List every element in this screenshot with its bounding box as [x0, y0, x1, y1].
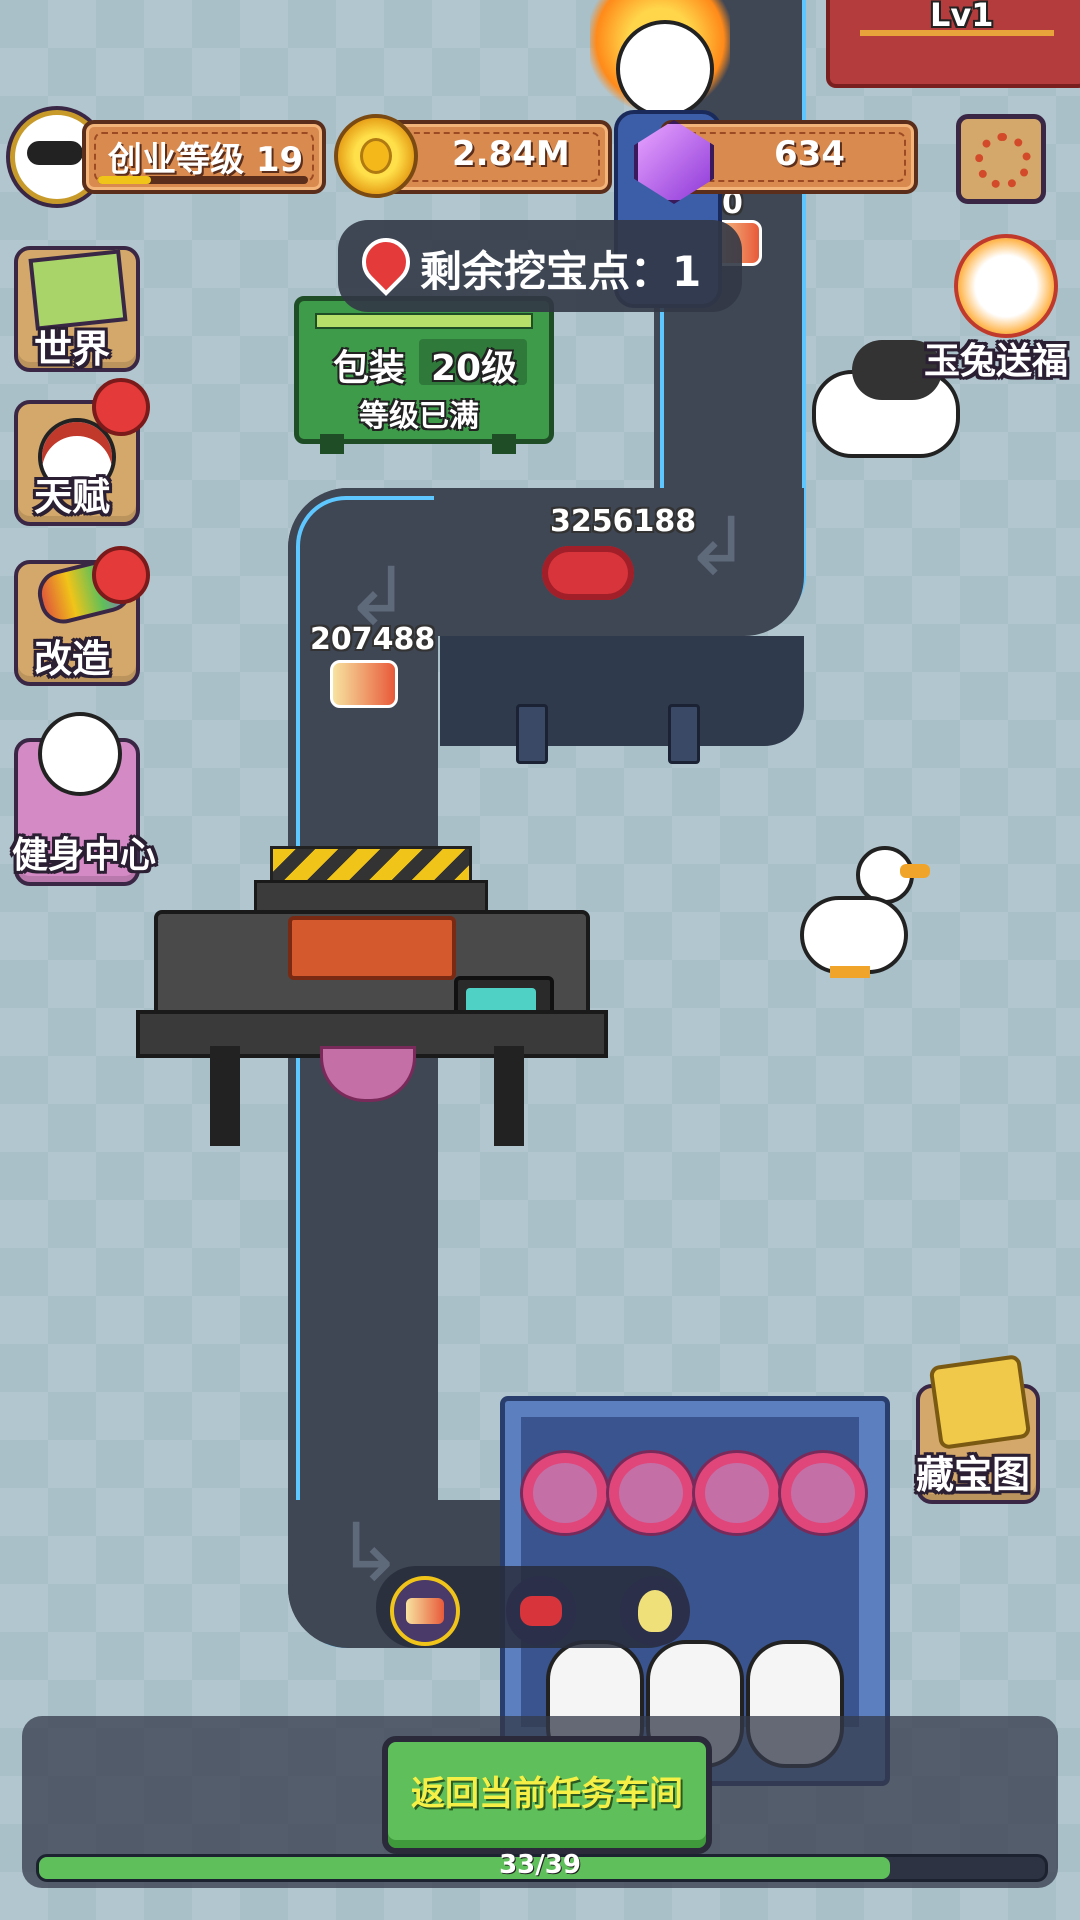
station-level: 20级	[431, 348, 518, 389]
goose-icon	[800, 846, 930, 986]
coin-amount: 2.84M	[452, 134, 570, 174]
location-pin-icon	[352, 228, 420, 296]
belt-counter: 3256188	[550, 504, 697, 539]
sausage-icon[interactable]	[506, 1576, 576, 1646]
treasure-map-label: 藏宝图	[916, 1453, 1031, 1497]
station-sign[interactable]: 包装 20级 等级已满	[294, 296, 554, 444]
return-workshop-button[interactable]: 返回当前任务车间	[382, 1736, 712, 1854]
modify-badge	[92, 546, 150, 604]
belt-post	[516, 704, 548, 764]
gym-label: 健身中心	[12, 835, 157, 876]
dig-points-label: 剩余挖宝点：1	[420, 247, 702, 296]
belt-post	[668, 704, 700, 764]
popsicle-item-icon	[330, 660, 398, 708]
popsicle-icon[interactable]	[390, 1576, 460, 1646]
modify-label: 改造	[34, 637, 111, 681]
dig-points-panel: 剩余挖宝点：1	[338, 220, 742, 312]
gift-box-icon	[606, 1450, 696, 1536]
world-label: 世界	[34, 327, 111, 371]
belt-counter: 207488	[310, 622, 436, 657]
treasure-map-icon	[928, 1354, 1032, 1450]
level-progress-bar	[98, 176, 308, 184]
gift-box-icon	[778, 1450, 868, 1536]
return-workshop-label: 返回当前任务车间	[411, 1774, 683, 1814]
settings-button[interactable]	[956, 114, 1046, 204]
level-progress-fill	[98, 176, 151, 184]
player-level-bar[interactable]: 创业等级 19	[82, 120, 326, 194]
building-level: Lv1	[930, 0, 994, 34]
sausage-pile-icon	[542, 546, 634, 600]
task-progress-text: 33/39	[499, 1850, 581, 1880]
station-name: 包装	[333, 348, 406, 389]
player-level-label: 创业等级 19	[108, 140, 304, 180]
gift-box-icon	[520, 1450, 610, 1536]
gear-icon	[975, 133, 1031, 189]
gem-amount: 634	[774, 134, 845, 174]
talent-label: 天赋	[34, 475, 111, 519]
building[interactable]: Lv1	[826, 0, 1080, 88]
gift-box-icon	[320, 1046, 416, 1102]
packaging-machine[interactable]	[136, 846, 608, 1146]
gym-icon	[38, 712, 122, 796]
coin-icon	[334, 114, 418, 198]
lemon-bag-icon[interactable]	[620, 1576, 690, 1646]
talent-badge	[92, 378, 150, 436]
gift-box-icon	[692, 1450, 782, 1536]
station-status: 等级已满	[359, 399, 479, 434]
jade-rabbit-label: 玉兔送福	[924, 341, 1069, 382]
jade-rabbit-icon	[954, 234, 1058, 338]
